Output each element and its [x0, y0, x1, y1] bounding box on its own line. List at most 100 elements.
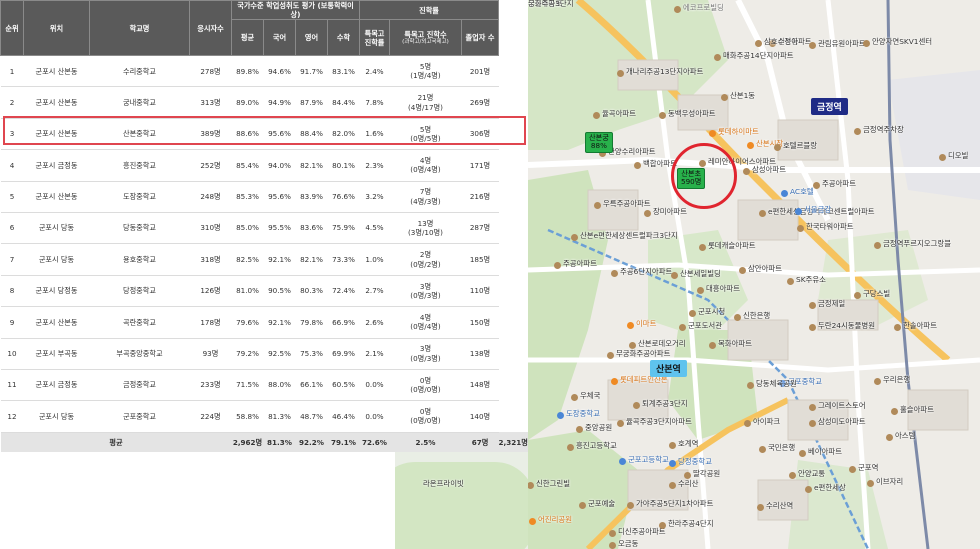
place-marker-icon[interactable] [609, 542, 616, 549]
place-marker-icon[interactable] [809, 302, 816, 309]
place-marker-icon[interactable] [554, 262, 561, 269]
place-marker-icon[interactable] [684, 472, 691, 479]
place-marker-icon[interactable] [757, 504, 764, 511]
cell-average: 89.8% [231, 55, 264, 88]
cell-average: 79.2% [231, 338, 264, 370]
place-marker-icon[interactable] [617, 420, 624, 427]
place-marker-icon[interactable] [809, 420, 816, 427]
place-marker-icon[interactable] [849, 466, 856, 473]
place-marker-icon[interactable] [709, 130, 716, 137]
place-marker-icon[interactable] [721, 94, 728, 101]
place-marker-icon[interactable] [579, 502, 586, 509]
cell-special-count-breakdown: (0명/0명) [410, 385, 441, 395]
place-marker-icon[interactable] [611, 270, 618, 277]
map-label: 한솔아파트 [903, 321, 937, 330]
place-marker-icon[interactable] [529, 518, 536, 525]
place-marker-icon[interactable] [689, 310, 696, 317]
map-base [528, 0, 980, 549]
place-marker-icon[interactable] [787, 278, 794, 285]
place-marker-icon[interactable] [799, 450, 806, 457]
place-marker-icon[interactable] [939, 154, 946, 161]
place-marker-icon[interactable] [679, 324, 686, 331]
tag-gungnae-school[interactable]: 산본궁 88% [585, 132, 613, 153]
place-marker-icon[interactable] [744, 420, 751, 427]
place-marker-icon[interactable] [659, 112, 666, 119]
table-body: 1 군포시 산본동 수리중학교 278명 89.8% 94.6% 91.7% 83.1% 2.4… [0, 55, 528, 453]
cell-students: 318명 [189, 243, 232, 276]
place-marker-icon[interactable] [571, 234, 578, 241]
place-marker-icon[interactable] [607, 352, 614, 359]
place-marker-icon[interactable] [805, 486, 812, 493]
place-marker-icon[interactable] [709, 342, 716, 349]
place-marker-icon[interactable] [867, 480, 874, 487]
place-marker-icon[interactable] [747, 382, 754, 389]
place-marker-icon[interactable] [797, 225, 804, 232]
place-marker-icon[interactable] [629, 342, 636, 349]
place-marker-icon[interactable] [627, 502, 634, 509]
place-marker-icon[interactable] [669, 482, 676, 489]
place-marker-icon[interactable] [743, 168, 750, 175]
place-marker-icon[interactable] [755, 40, 762, 47]
place-marker-icon[interactable] [781, 190, 788, 197]
place-marker-icon[interactable] [854, 128, 861, 135]
place-marker-icon[interactable] [886, 434, 893, 441]
place-marker-icon[interactable] [874, 242, 881, 249]
place-marker-icon[interactable] [714, 54, 721, 61]
station-sanbon[interactable]: 산본역 [650, 360, 687, 377]
place-marker-icon[interactable] [697, 287, 704, 294]
cell-special-rate: 2.1% [359, 338, 390, 370]
place-marker-icon[interactable] [567, 444, 574, 451]
place-marker-icon[interactable] [611, 378, 618, 385]
place-marker-icon[interactable] [674, 6, 681, 13]
place-marker-icon[interactable] [593, 112, 600, 119]
place-marker-icon[interactable] [644, 210, 651, 217]
place-marker-icon[interactable] [774, 144, 781, 151]
place-marker-icon[interactable] [863, 40, 870, 47]
cell-school: 당정중학교 [89, 275, 190, 308]
place-marker-icon[interactable] [739, 267, 746, 274]
place-marker-icon[interactable] [813, 182, 820, 189]
cell-math: 80.1% [327, 149, 360, 182]
place-marker-icon[interactable] [789, 472, 796, 479]
place-marker-icon[interactable] [571, 394, 578, 401]
place-marker-icon[interactable] [894, 324, 901, 331]
cell-english: 80.3% [295, 275, 328, 308]
place-marker-icon[interactable] [594, 202, 601, 209]
place-marker-icon[interactable] [854, 292, 861, 299]
place-marker-icon[interactable] [669, 442, 676, 449]
place-marker-icon[interactable] [874, 378, 881, 385]
cell-average: 79.6% [231, 306, 264, 339]
cell-math: 46.4% [327, 400, 360, 433]
place-marker-icon[interactable] [809, 42, 816, 49]
place-marker-icon[interactable] [576, 426, 583, 433]
place-marker-icon[interactable] [633, 402, 640, 409]
place-marker-icon[interactable] [891, 408, 898, 415]
map-label: 주공아파트 [563, 259, 597, 268]
map-lower-strip[interactable]: 라온프라이빗 [395, 452, 528, 549]
place-marker-icon[interactable] [634, 162, 641, 169]
place-marker-icon[interactable] [795, 208, 802, 215]
place-marker-icon[interactable] [747, 142, 754, 149]
place-marker-icon[interactable] [759, 210, 766, 217]
place-marker-icon[interactable] [617, 70, 624, 77]
place-marker-icon[interactable] [759, 446, 766, 453]
cell-math: 66.9% [327, 306, 360, 339]
place-marker-icon[interactable] [699, 244, 706, 251]
cell-english: 87.9% [295, 86, 328, 119]
cell-average: 82.5% [231, 243, 264, 276]
map-label: 롯데하이마트 [718, 127, 759, 136]
place-marker-icon[interactable] [557, 412, 564, 419]
place-marker-icon[interactable] [609, 530, 616, 537]
place-marker-icon[interactable] [809, 404, 816, 411]
place-marker-icon[interactable] [669, 460, 676, 467]
place-marker-icon[interactable] [659, 522, 666, 529]
station-geumjeong[interactable]: 금정역 [811, 98, 848, 115]
place-marker-icon[interactable] [809, 324, 816, 331]
place-marker-icon[interactable] [619, 458, 626, 465]
place-marker-icon[interactable] [671, 272, 678, 279]
place-marker-icon[interactable] [734, 314, 741, 321]
map-view[interactable]: 산본동 에코프로빌딩 매화주공14단지아파트 개나리주공13단지아파트 동백우성아파트 율… [528, 0, 980, 549]
place-marker-icon[interactable] [627, 322, 634, 329]
cell-special-count-breakdown: (0명/5명) [410, 133, 441, 143]
cell-rank: 7 [0, 243, 24, 276]
